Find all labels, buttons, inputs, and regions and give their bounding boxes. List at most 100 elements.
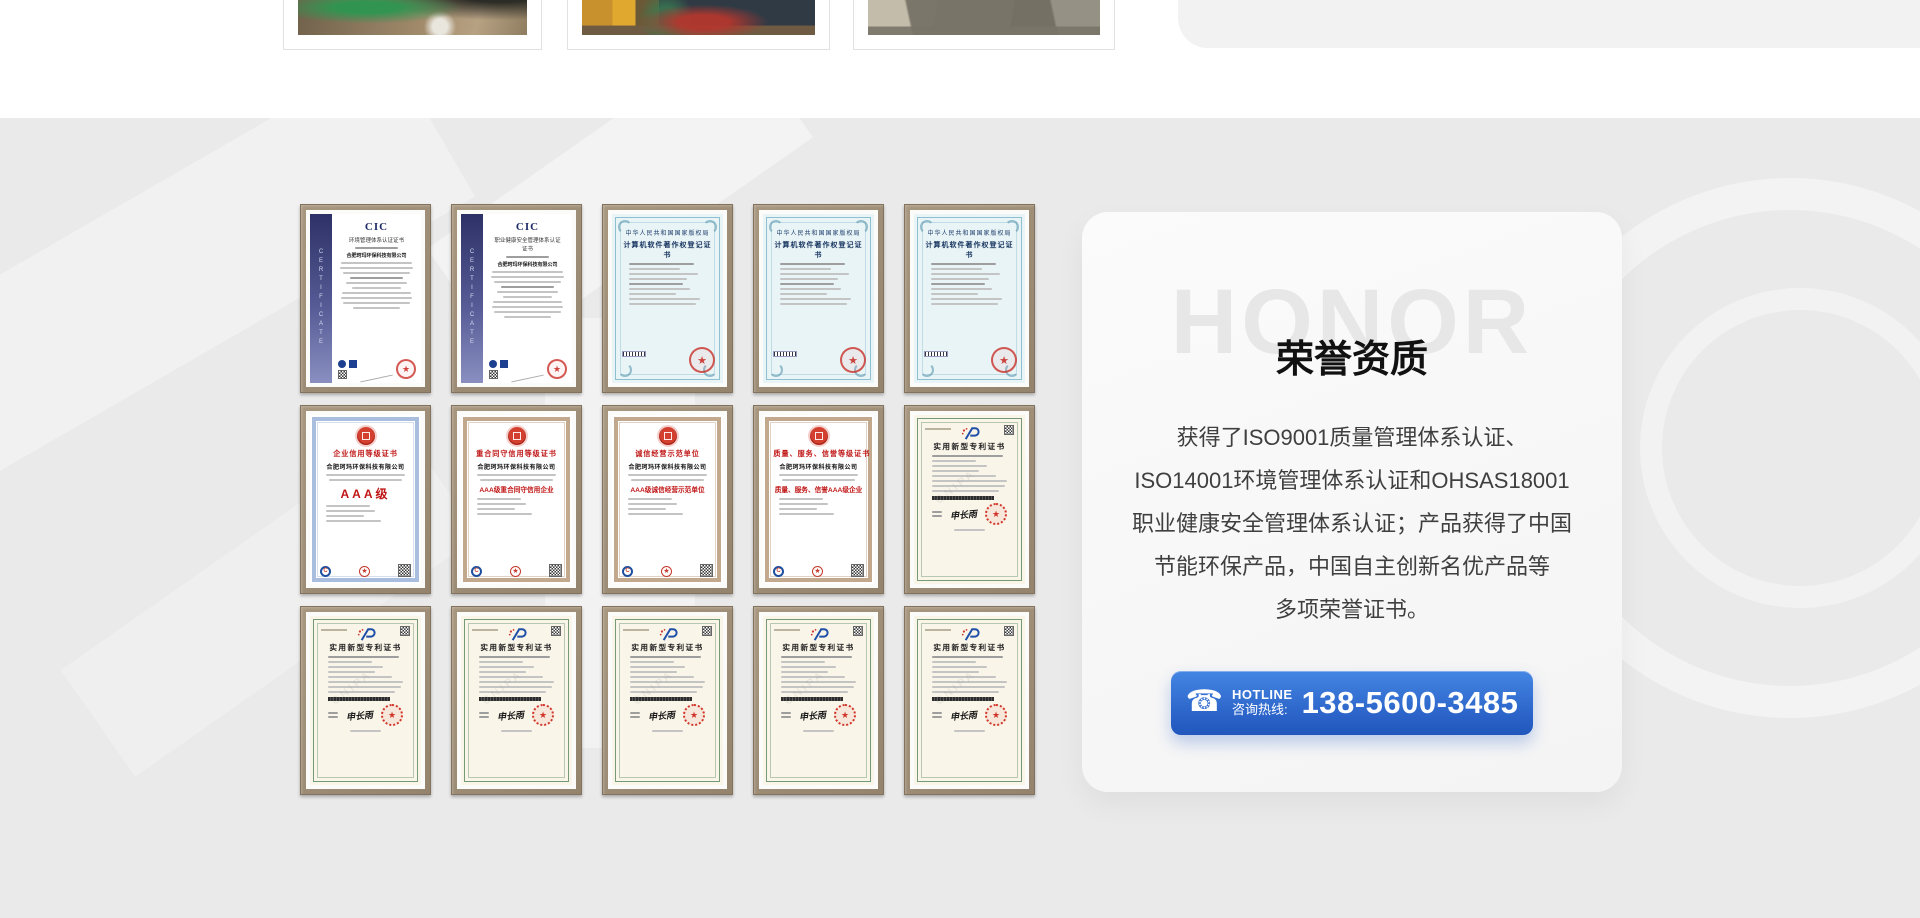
text-line — [341, 262, 412, 264]
certificate-title: 环境管理体系认证证书 — [341, 235, 412, 243]
text-line — [326, 515, 364, 517]
qr-code-icon — [1004, 425, 1014, 435]
certificate-mat: 诚信经营示范单位合肥珂玛环保科技有限公司AAA级诚信经营示范单位C★ — [608, 411, 727, 588]
certificate-thumbnail[interactable]: 实用新型专利证书申长雨★CNIPA — [753, 606, 884, 795]
certificate-thumbnail[interactable]: 实用新型专利证书申长雨★CNIPA — [602, 606, 733, 795]
red-seal-icon — [659, 427, 677, 445]
certificate-paper: 实用新型专利证书申长雨★CNIPA — [914, 616, 1025, 785]
certificate-number-line — [623, 629, 649, 631]
signer-label-lines — [479, 710, 489, 720]
text-line — [931, 263, 996, 265]
red-seal-icon: ★ — [396, 359, 416, 379]
certificate-number-line — [472, 629, 498, 631]
text-line — [629, 278, 687, 280]
certificate-footer: C★ — [773, 564, 864, 577]
text-line — [931, 273, 1000, 275]
text-line — [504, 316, 550, 318]
gallery-card-3[interactable] — [853, 0, 1115, 50]
text-line — [328, 666, 383, 668]
certificate-thumbnail[interactable]: 实用新型专利证书申长雨★CNIPA — [451, 606, 582, 795]
qr-code-icon — [1004, 626, 1014, 636]
patent-seal-icon: ★ — [532, 704, 554, 726]
certificate-thumbnail[interactable]: 实用新型专利证书申长雨★CNIPA — [904, 405, 1035, 594]
text-line — [628, 513, 683, 515]
certificate-paper: 重合同守信用等级证书合肥珂玛环保科技有限公司AAA级重合同守信用企业C★ — [461, 415, 572, 584]
signature-row: 申长雨★ — [479, 704, 554, 726]
certificate-thumbnail[interactable]: 实用新型专利证书申长雨★CNIPA — [300, 606, 431, 795]
certificate-thumbnail[interactable]: 中华人民共和国国家版权局计算机软件著作权登记证书★ — [753, 204, 884, 393]
certificate-thumbnail[interactable]: 实用新型专利证书申长雨★CNIPA — [904, 606, 1035, 795]
text-line — [355, 247, 397, 249]
text-line — [932, 515, 942, 517]
certificate-mat: 中华人民共和国国家版权局计算机软件著作权登记证书★ — [910, 210, 1029, 387]
text-line — [326, 474, 406, 476]
hotline-label-en: HOTLINE — [1232, 688, 1293, 703]
signature-row: 申长雨★ — [328, 704, 403, 726]
certificate-mat: 实用新型专利证书申长雨★CNIPA — [608, 612, 727, 789]
qr-code-icon — [700, 564, 713, 577]
certificate-thumbnail[interactable]: 重合同守信用等级证书合肥珂玛环保科技有限公司AAA级重合同守信用企业C★ — [451, 405, 582, 594]
certificate-paper: 诚信经营示范单位合肥珂玛环保科技有限公司AAA级诚信经营示范单位C★ — [612, 415, 723, 584]
cic-circle-logo — [338, 360, 346, 368]
text-line — [932, 666, 987, 668]
text-line — [477, 474, 557, 476]
hotline-button[interactable]: ☎ HOTLINE 咨询热线: 138-5600-3485 — [1171, 671, 1533, 735]
certificate-title: 重合同守信用等级证书 — [471, 448, 561, 458]
certificate-paper: 实用新型专利证书申长雨★CNIPA — [763, 616, 874, 785]
commissioner-signature: 申长雨 — [949, 506, 977, 521]
signature-row: 申长雨★ — [630, 704, 705, 726]
qr-code-icon — [702, 626, 712, 636]
equipment-installation-photo — [582, 0, 815, 35]
certificate-paper: 实用新型专利证书申长雨★CNIPA — [310, 616, 421, 785]
cnipa-logo-icon — [808, 628, 830, 641]
certificate-number-line — [321, 629, 347, 631]
text-line — [340, 267, 413, 269]
company-name: 合肥珂玛环保科技有限公司 — [469, 462, 564, 471]
text-line — [780, 268, 831, 270]
certificate-side-band: CERTIFICATE — [310, 214, 332, 383]
text-line — [629, 283, 683, 285]
text-line — [631, 479, 703, 481]
certificate-thumbnail[interactable]: 企业信用等级证书合肥珂玛环保科技有限公司AAA级C★ — [300, 405, 431, 594]
certificate-thumbnail[interactable]: 诚信经营示范单位合肥珂玛环保科技有限公司AAA级诚信经营示范单位C★ — [602, 405, 733, 594]
certificate-thumbnail[interactable]: CERTIFICATECIC职业健康安全管理体系认证证书合肥珂玛环保科技有限公司… — [451, 204, 582, 393]
gallery-card-2[interactable] — [567, 0, 830, 50]
company-name: 合肥珂玛环保科技有限公司 — [318, 462, 413, 471]
text-line — [630, 712, 640, 714]
cnipa-logo-icon — [959, 628, 981, 641]
gallery-card-1[interactable] — [283, 0, 542, 50]
barcode-icon — [773, 351, 797, 357]
text-line — [781, 656, 852, 658]
patent-seal-icon: ★ — [834, 704, 856, 726]
signer-label-lines — [630, 710, 640, 720]
text-line — [328, 686, 401, 688]
text-line — [780, 288, 841, 290]
text-line — [779, 474, 859, 476]
honor-title: 荣誉资质 — [1082, 328, 1622, 383]
qr-code-icon — [489, 370, 498, 379]
red-seal-icon: ★ — [689, 347, 715, 373]
certificate-thumbnail[interactable]: CERTIFICATECIC环境管理体系认证证书合肥珂玛环保科技有限公司★ — [300, 204, 431, 393]
certificate-thumbnail[interactable]: 中华人民共和国国家版权局计算机软件著作权登记证书★ — [602, 204, 733, 393]
text-line — [780, 303, 847, 305]
honor-card: HONOR 荣誉资质 获得了ISO9001质量管理体系认证、 ISO14001环… — [1082, 212, 1622, 792]
corner-ornament-icon — [703, 220, 717, 234]
text-line — [491, 276, 564, 278]
text-line — [497, 291, 557, 293]
certificate-thumbnail[interactable]: 质量、服务、信誉等级证书合肥珂玛环保科技有限公司质量、服务、信誉AAA级企业C★ — [753, 405, 884, 594]
certificate-mat: CERTIFICATECIC职业健康安全管理体系认证证书合肥珂玛环保科技有限公司… — [457, 210, 576, 387]
text-line — [932, 661, 976, 663]
red-seal-icon: ★ — [991, 347, 1017, 373]
certificate-mat: 中华人民共和国国家版权局计算机软件著作权登记证书★ — [608, 210, 727, 387]
qr-code-icon — [400, 626, 410, 636]
certificate-mat: CERTIFICATECIC环境管理体系认证证书合肥珂玛环保科技有限公司★ — [306, 210, 425, 387]
certificate-thumbnail[interactable]: 中华人民共和国国家版权局计算机软件著作权登记证书★ — [904, 204, 1035, 393]
text-line — [352, 287, 401, 289]
text-line — [326, 520, 381, 522]
certificate-footer: ★ — [338, 359, 416, 379]
text-line — [477, 508, 515, 510]
text-line — [494, 281, 562, 283]
qr-and-marks — [338, 360, 357, 379]
certificate-title: 实用新型专利证书 — [473, 642, 559, 652]
certificate-footer: C★ — [471, 564, 562, 577]
